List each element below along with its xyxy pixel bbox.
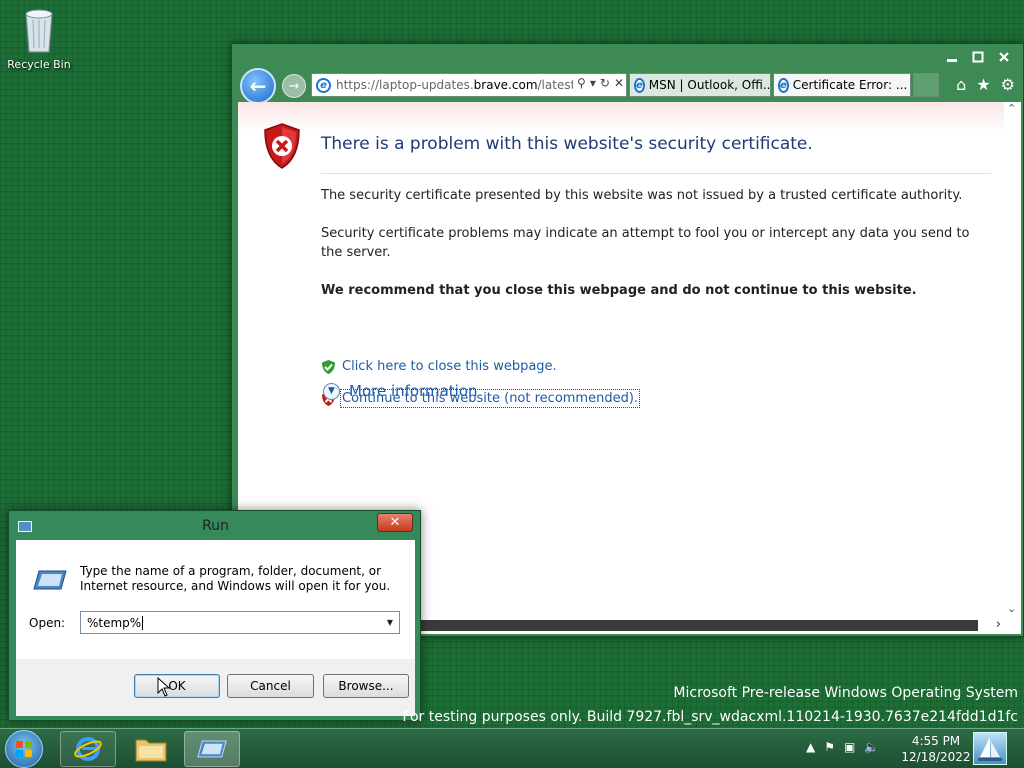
scroll-up-icon[interactable]: ⌃ <box>1007 102 1016 115</box>
clock-time: 4:55 PM <box>911 734 961 748</box>
open-input[interactable]: %temp% <box>87 615 144 630</box>
close-webpage-link-text: Click here to close this webpage. <box>342 359 557 374</box>
back-arrow-icon: ← <box>249 74 267 98</box>
forward-button[interactable]: → <box>282 74 306 98</box>
folder-icon <box>135 739 167 762</box>
run-close-button[interactable]: ✕ <box>377 513 413 532</box>
system-tray: ▲ ⚑ ▣ 🔈 <box>806 740 879 754</box>
favorites-star-icon[interactable]: ★ <box>976 75 990 94</box>
maximize-button[interactable] <box>965 47 991 67</box>
ie-tab-icon: e <box>778 77 789 93</box>
dropdown-icon[interactable]: ▾ <box>590 76 596 90</box>
recycle-bin[interactable]: Recycle Bin <box>6 6 72 71</box>
taskbar-ie-button[interactable] <box>60 731 116 767</box>
run-dialog: Run ✕ Type the name of a program, folder… <box>8 510 421 721</box>
search-icon[interactable]: ⚲ <box>577 76 586 90</box>
tab-certificate-error[interactable]: e Certificate Error: ... ✕ <box>773 73 911 97</box>
taskbar: ▲ ⚑ ▣ 🔈 4:55 PM 12/18/2022 <box>0 728 1024 768</box>
run-program-icon <box>197 740 227 758</box>
sailboat-thumbnail-icon <box>978 737 1002 761</box>
run-description: Type the name of a program, folder, docu… <box>80 564 391 593</box>
ie-tab-icon: e <box>634 77 645 93</box>
refresh-icon[interactable]: ↻ <box>600 76 610 90</box>
clock-date: 12/18/2022 <box>901 750 971 764</box>
ie-page-icon: e <box>316 77 331 93</box>
browse-button[interactable]: Browse... <box>323 674 409 698</box>
command-icons: ⌂ ★ ⚙ <box>956 75 1015 94</box>
tab-msn[interactable]: e MSN | Outlook, Offi... <box>629 73 771 97</box>
back-button[interactable]: ← <box>240 68 276 104</box>
more-information-toggle[interactable]: ▼ More information <box>323 382 478 400</box>
tools-gear-icon[interactable]: ⚙ <box>1001 75 1015 94</box>
show-hidden-icons-icon[interactable]: ▲ <box>806 740 815 754</box>
green-shield-check-icon <box>322 359 335 374</box>
home-icon[interactable]: ⌂ <box>956 75 966 94</box>
stop-icon[interactable]: ✕ <box>614 76 624 90</box>
minimize-icon <box>947 59 957 62</box>
minimize-button[interactable] <box>939 47 965 67</box>
chevron-down-icon[interactable]: ▼ <box>381 612 399 633</box>
tab-label: Certificate Error: ... <box>792 78 908 92</box>
window-controls <box>939 47 1017 67</box>
more-information-label: More information <box>349 382 478 400</box>
internet-explorer-icon <box>74 737 102 761</box>
forward-arrow-icon: → <box>288 78 300 94</box>
close-icon: ✕ <box>389 515 401 530</box>
clock[interactable]: 4:55 PM 12/18/2022 <box>900 733 972 765</box>
new-tab-button[interactable] <box>913 73 939 97</box>
error-paragraph-1: The security certificate presented by th… <box>321 188 963 203</box>
show-desktop-button[interactable] <box>973 732 1007 765</box>
volume-muted-icon[interactable]: 🔈 <box>864 740 879 754</box>
recommendation-text: We recommend that you close this webpage… <box>321 283 917 298</box>
cancel-button[interactable]: Cancel <box>227 674 314 698</box>
vertical-scrollbar[interactable]: ⌃ ⌄ <box>1004 102 1021 617</box>
scroll-down-icon[interactable]: ⌄ <box>1007 602 1016 615</box>
error-shield-icon <box>264 123 300 169</box>
mouse-pointer-icon <box>157 677 171 697</box>
chevron-down-icon: ▼ <box>323 382 340 400</box>
open-label: Open: <box>29 616 66 630</box>
ok-button[interactable]: OK <box>134 674 220 698</box>
recycle-bin-icon <box>25 9 53 53</box>
address-bar[interactable]: e https://laptop-updates. brave.com/lates… <box>311 73 627 97</box>
action-center-flag-icon[interactable]: ⚑ <box>824 740 835 754</box>
recycle-bin-label: Recycle Bin <box>7 58 71 71</box>
run-dialog-title: Run <box>202 518 229 534</box>
watermark-line-2: For testing purposes only. Build 7927.fb… <box>402 709 1018 725</box>
address-url-domain: brave.com <box>473 78 538 92</box>
address-url-prefix: https://laptop-updates. <box>336 78 474 92</box>
page-title: There is a problem with this website's s… <box>321 134 813 154</box>
taskbar-run-button[interactable] <box>184 731 240 767</box>
scroll-right-icon[interactable]: › <box>996 617 1001 632</box>
tab-label: MSN | Outlook, Offi... <box>648 78 771 92</box>
title-divider <box>321 173 991 174</box>
watermark-line-1: Microsoft Pre-release Windows Operating … <box>673 685 1018 701</box>
address-tools: ⚲ ▾ ↻ ✕ <box>573 76 624 90</box>
network-icon[interactable]: ▣ <box>844 740 855 754</box>
close-window-button[interactable] <box>991 47 1017 67</box>
taskbar-explorer-button[interactable] <box>123 731 179 767</box>
start-button[interactable] <box>5 730 43 768</box>
close-webpage-link[interactable]: Click here to close this webpage. <box>321 358 558 375</box>
maximize-icon <box>972 51 984 63</box>
windows-logo-icon <box>16 741 32 757</box>
close-icon <box>999 52 1009 62</box>
error-paragraph-2: Security certificate problems may indica… <box>321 226 970 260</box>
run-program-icon <box>33 570 67 590</box>
open-combobox[interactable]: %temp% ▼ <box>80 611 400 634</box>
